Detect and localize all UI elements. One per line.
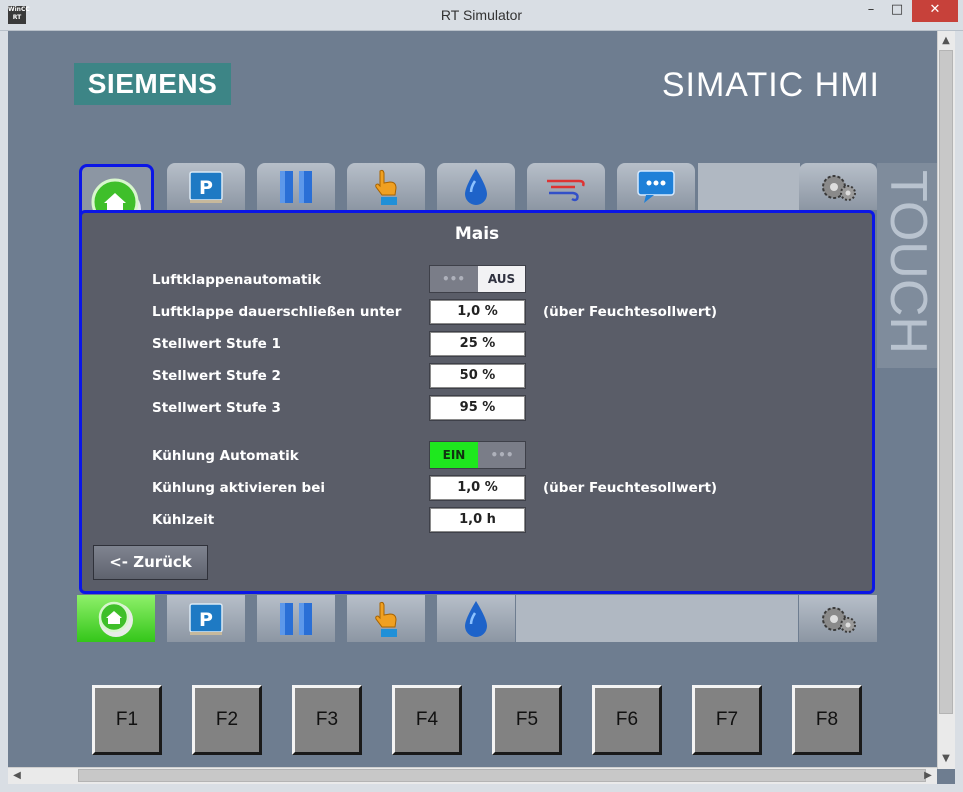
toggle-luftklappenautomatik[interactable]: ••• AUS: [429, 265, 526, 293]
scroll-down-arrow-icon[interactable]: ▼: [938, 750, 954, 767]
back-button[interactable]: <- Zurück: [93, 545, 208, 580]
tab-settings-bottom[interactable]: [799, 595, 877, 642]
input-kuehlung-aktivieren[interactable]: 1,0 %: [429, 475, 526, 501]
tab-manual[interactable]: [347, 163, 425, 210]
input-luftklappe-schliessen[interactable]: 1,0 %: [429, 299, 526, 325]
airflow-icon: [547, 179, 585, 201]
message-icon: [637, 169, 675, 203]
input-kuehlzeit[interactable]: 1,0 h: [429, 507, 526, 533]
function-key-f3[interactable]: F3: [292, 685, 362, 755]
label-kuehlung-aktivieren: Kühlung aktivieren bei: [152, 480, 325, 496]
tab-messages[interactable]: [617, 163, 695, 210]
label-luftklappe-schliessen: Luftklappe dauerschließen unter: [152, 304, 402, 320]
toggle-slider-knob: •••: [479, 442, 525, 468]
input-stellwert-stufe-2[interactable]: 50 %: [429, 363, 526, 389]
function-key-f8[interactable]: F8: [792, 685, 862, 755]
function-key-f2[interactable]: F2: [192, 685, 262, 755]
water-drop-icon: [465, 600, 487, 637]
function-key-f7[interactable]: F7: [692, 685, 762, 755]
function-key-f1[interactable]: F1: [92, 685, 162, 755]
top-tabbar-spacer: [698, 163, 800, 210]
label-kuehlung-automatik: Kühlung Automatik: [152, 448, 299, 464]
label-stellwert-stufe-1: Stellwert Stufe 1: [152, 336, 281, 352]
tab-parameters[interactable]: P: [167, 163, 245, 210]
function-key-f6[interactable]: F6: [592, 685, 662, 755]
bottom-tabbar-spacer: [516, 595, 798, 642]
siemens-logo: SIEMENS: [74, 63, 231, 105]
window-frame-bottom: [0, 784, 963, 792]
vertical-scroll-thumb[interactable]: [939, 50, 953, 714]
tab-ventilation[interactable]: [527, 163, 605, 210]
label-kuehlzeit: Kühlzeit: [152, 512, 215, 528]
simatic-hmi-title: SIMATIC HMI: [661, 66, 880, 104]
scroll-left-arrow-icon[interactable]: ◀: [9, 767, 25, 784]
pause-icon: [280, 170, 312, 203]
tab-pause[interactable]: [257, 163, 335, 210]
toggle-kuehlung-automatik[interactable]: EIN •••: [429, 441, 526, 469]
input-stellwert-stufe-1[interactable]: 25 %: [429, 331, 526, 357]
scroll-up-arrow-icon[interactable]: ▲: [938, 32, 954, 49]
svg-text:P: P: [199, 177, 213, 199]
pause-icon: [280, 602, 312, 635]
touch-side-label: TOUCH: [879, 170, 937, 354]
tab-parameters-bottom[interactable]: P: [167, 595, 245, 642]
settings-gear-icon: [822, 606, 856, 633]
toggle-state-ein: EIN: [430, 442, 478, 468]
function-key-f4[interactable]: F4: [392, 685, 462, 755]
toggle-state-aus: AUS: [478, 266, 525, 292]
tab-humidity-bottom[interactable]: [437, 595, 515, 642]
tab-humidity[interactable]: [437, 163, 515, 210]
note-luftklappe-schliessen: (über Feuchtesollwert): [543, 304, 718, 320]
close-button[interactable]: ✕: [912, 0, 958, 22]
tab-settings[interactable]: [799, 163, 877, 210]
input-stellwert-stufe-3[interactable]: 95 %: [429, 395, 526, 421]
window-frame-right: [955, 31, 963, 784]
note-kuehlung-aktivieren: (über Feuchtesollwert): [543, 480, 718, 496]
label-stellwert-stufe-3: Stellwert Stufe 3: [152, 400, 281, 416]
maximize-button[interactable]: □: [884, 0, 910, 22]
scroll-right-arrow-icon[interactable]: ▶: [920, 767, 936, 784]
toggle-slider-knob: •••: [430, 266, 477, 292]
page-title: Mais: [454, 224, 500, 244]
home-icon: [98, 601, 133, 637]
tab-home-bottom-active[interactable]: [77, 595, 155, 642]
label-luftklappenautomatik: Luftklappenautomatik: [152, 272, 322, 288]
hand-icon: [375, 169, 397, 205]
label-stellwert-stufe-2: Stellwert Stufe 2: [152, 368, 281, 384]
function-key-f5[interactable]: F5: [492, 685, 562, 755]
tab-pause-bottom[interactable]: [257, 595, 335, 642]
water-drop-icon: [465, 168, 487, 205]
parameter-icon: P: [189, 602, 223, 635]
hand-icon: [375, 601, 397, 637]
minimize-button[interactable]: –: [858, 0, 884, 22]
svg-text:P: P: [199, 609, 213, 631]
settings-gear-icon: [822, 174, 856, 201]
tab-manual-bottom[interactable]: [347, 595, 425, 642]
parameter-icon: P: [189, 170, 223, 203]
horizontal-scroll-thumb[interactable]: [78, 769, 926, 782]
window-frame-left: [0, 31, 8, 784]
window-title: RT Simulator: [440, 7, 523, 23]
